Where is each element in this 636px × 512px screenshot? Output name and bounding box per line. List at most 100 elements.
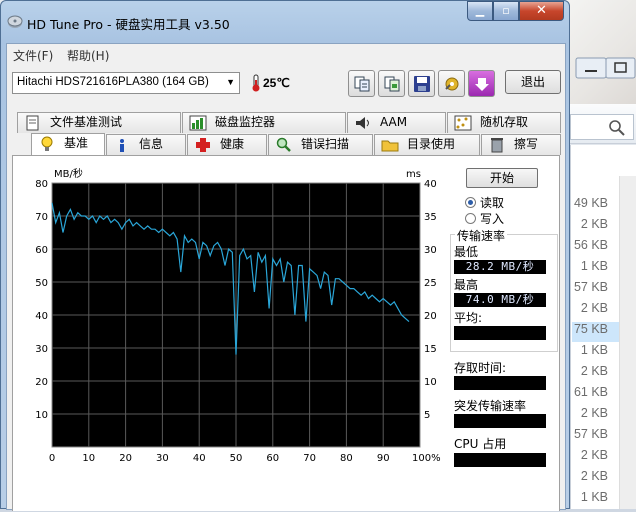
temperature-readout: 25℃ bbox=[263, 76, 290, 90]
tab-label: 信息 bbox=[139, 137, 164, 151]
drive-select[interactable]: Hitachi HDS721616PLA380 (164 GB) ▼ bbox=[12, 72, 240, 94]
tab-error-scan[interactable]: 错误扫描 bbox=[268, 134, 373, 155]
y-left-tick-label: 80 bbox=[35, 179, 48, 190]
lightbulb-icon bbox=[41, 136, 53, 151]
window-title: HD Tune Pro - 硬盘实用工具 v3.50 bbox=[27, 17, 230, 32]
menu-help[interactable]: 帮助(H) bbox=[67, 47, 109, 64]
y-left-tick-label: 40 bbox=[35, 311, 48, 322]
tab-file-benchmark[interactable]: 文件基准测试 bbox=[17, 112, 181, 133]
tab-label: 错误扫描 bbox=[301, 137, 350, 151]
hdtune-window: HD Tune Pro - 硬盘实用工具 v3.50 ▁ ▫ ✕ 文件(F) 帮… bbox=[0, 0, 570, 511]
minimize-button[interactable]: ▁ bbox=[467, 1, 493, 21]
background-photo bbox=[566, 0, 636, 110]
x-tick-label: 30 bbox=[156, 453, 169, 464]
random-access-icon bbox=[454, 115, 472, 131]
folder-icon bbox=[381, 140, 399, 152]
x-tick-label: 90 bbox=[377, 453, 390, 464]
start-button[interactable]: 开始 bbox=[466, 168, 538, 188]
title-bar[interactable]: HD Tune Pro - 硬盘实用工具 v3.50 ▁ ▫ ✕ bbox=[1, 1, 569, 39]
minimize-icon: ▁ bbox=[475, 4, 485, 17]
speaker-icon bbox=[356, 117, 369, 129]
tab-aam[interactable]: AAM bbox=[347, 112, 446, 133]
tab-label: 基准 bbox=[64, 136, 89, 150]
tab-benchmark[interactable]: 基准 bbox=[31, 133, 105, 156]
save-button[interactable] bbox=[408, 70, 435, 97]
tab-folder-usage[interactable]: 目录使用 bbox=[374, 134, 480, 155]
file-benchmark-icon bbox=[26, 115, 39, 131]
radio-dot bbox=[465, 213, 476, 224]
disk-monitor-icon bbox=[189, 115, 207, 131]
menu-file[interactable]: 文件(F) bbox=[13, 47, 53, 64]
avg-value bbox=[454, 326, 546, 340]
max-label: 最高 bbox=[454, 278, 479, 292]
y-right-tick-label: 15 bbox=[424, 344, 437, 355]
magnifier-icon bbox=[276, 137, 291, 152]
background-scrollbar[interactable] bbox=[619, 176, 636, 509]
options-button[interactable] bbox=[438, 70, 465, 97]
close-icon: ✕ bbox=[536, 3, 547, 18]
maximize-button[interactable]: ▫ bbox=[493, 1, 519, 21]
y-right-tick-label: 10 bbox=[424, 377, 437, 388]
background-search-input[interactable] bbox=[570, 114, 634, 140]
app-icon bbox=[7, 15, 23, 28]
tab-label: 文件基准测试 bbox=[50, 115, 123, 129]
trash-icon bbox=[491, 138, 503, 153]
max-value: 74.0 MB/秒 bbox=[454, 293, 546, 307]
copy-screenshot-icon bbox=[384, 76, 400, 92]
read-radio[interactable]: 读取 bbox=[465, 194, 504, 211]
tab-label: 目录使用 bbox=[407, 137, 456, 151]
toolbar: Hitachi HDS721616PLA380 (164 GB) ▼ 25℃ 退… bbox=[7, 66, 565, 106]
tab-label: 随机存取 bbox=[480, 115, 529, 129]
x-tick-label: 10 bbox=[82, 453, 95, 464]
y-left-tick-label: 70 bbox=[35, 212, 48, 223]
menu-bar: 文件(F) 帮助(H) bbox=[7, 44, 565, 64]
y-right-tick-label: 25 bbox=[424, 278, 437, 289]
y-left-tick-label: 10 bbox=[35, 410, 48, 421]
copy-text-icon bbox=[354, 76, 370, 92]
tab-info[interactable]: 信息 bbox=[106, 134, 186, 155]
x-tick-label: 80 bbox=[340, 453, 353, 464]
info-icon bbox=[120, 139, 124, 152]
transfer-rate-title: 传输速率 bbox=[455, 227, 508, 244]
x-tick-label: 70 bbox=[303, 453, 316, 464]
x-tick-label: 50 bbox=[230, 453, 243, 464]
y-right-tick-label: 30 bbox=[424, 245, 437, 256]
tab-label: 擦写 bbox=[514, 137, 539, 151]
min-value: 28.2 MB/秒 bbox=[454, 260, 546, 274]
exit-button[interactable]: 退出 bbox=[505, 70, 561, 94]
tab-label: 磁盘监控器 bbox=[215, 115, 276, 129]
copy-text-button[interactable] bbox=[348, 70, 375, 97]
y-left-tick-label: 30 bbox=[35, 344, 48, 355]
background-window-caption-buttons[interactable] bbox=[575, 57, 636, 79]
close-button[interactable]: ✕ bbox=[519, 1, 564, 21]
tab-label: AAM bbox=[380, 115, 408, 129]
x-tick-label: 20 bbox=[119, 453, 132, 464]
benchmark-panel: MB/秒 ms 10 20 30 40 50 60 70 80 5 10 15 20 25 30 35 40 0 10… bbox=[12, 155, 560, 511]
y-right-tick-label: 40 bbox=[424, 179, 437, 190]
tab-disk-monitor[interactable]: 磁盘监控器 bbox=[182, 112, 346, 133]
y-right-tick-label: 5 bbox=[424, 410, 430, 421]
tab-erase[interactable]: 擦写 bbox=[481, 134, 561, 155]
copy-screenshot-button[interactable] bbox=[378, 70, 405, 97]
y-right-unit: ms bbox=[406, 169, 421, 180]
download-button[interactable] bbox=[468, 70, 495, 97]
tab-label: 健康 bbox=[220, 137, 245, 151]
health-cross-icon bbox=[196, 138, 210, 152]
save-icon bbox=[414, 76, 430, 92]
download-icon bbox=[475, 78, 489, 91]
access-time-label: 存取时间: bbox=[454, 361, 507, 375]
burst-rate-label: 突发传输速率 bbox=[454, 399, 527, 413]
cpu-usage-value bbox=[454, 453, 546, 467]
drive-select-value: Hitachi HDS721616PLA380 (164 GB) bbox=[17, 76, 209, 88]
benchmark-chart: MB/秒 ms 10 20 30 40 50 60 70 80 5 10 15 20 25 30 35 40 0 10… bbox=[13, 156, 443, 512]
x-tick-label: 40 bbox=[193, 453, 206, 464]
tab-random-access[interactable]: 随机存取 bbox=[447, 112, 561, 133]
write-radio[interactable]: 写入 bbox=[465, 210, 504, 227]
y-left-tick-label: 50 bbox=[35, 278, 48, 289]
read-radio-label: 读取 bbox=[480, 196, 505, 210]
y-right-tick-label: 35 bbox=[424, 212, 437, 223]
access-time-value bbox=[454, 376, 546, 390]
tab-health[interactable]: 健康 bbox=[187, 134, 267, 155]
y-left-tick-label: 20 bbox=[35, 377, 48, 388]
y-left-unit: MB/秒 bbox=[54, 167, 83, 180]
